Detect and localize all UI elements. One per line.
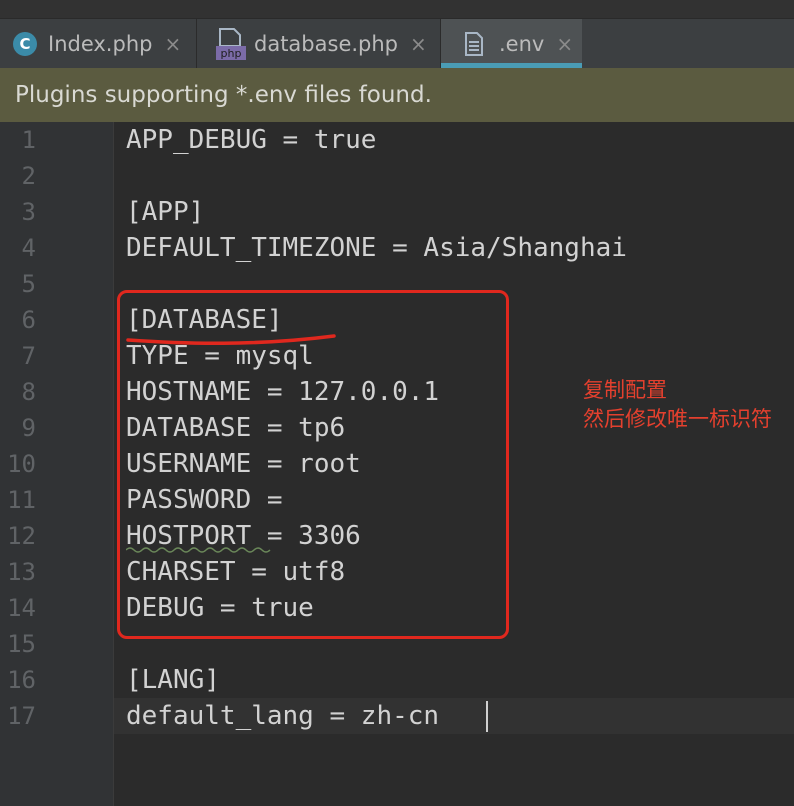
line-number: 13 — [7, 558, 36, 586]
close-icon[interactable]: × — [410, 32, 427, 56]
text-file-icon — [465, 31, 483, 56]
tab-label: .env — [499, 31, 545, 56]
code-line[interactable]: [LANG] — [126, 662, 220, 698]
annotation-underline — [126, 334, 336, 346]
line-number: 17 — [7, 702, 36, 730]
line-number: 8 — [21, 378, 36, 406]
line-number: 5 — [21, 270, 36, 298]
line-number: 9 — [21, 414, 36, 442]
plugin-suggestion-banner[interactable]: Plugins supporting *.env files found. — [0, 68, 794, 122]
close-icon[interactable]: × — [556, 32, 573, 56]
line-number: 3 — [21, 198, 36, 226]
line-number: 15 — [7, 630, 36, 658]
line-number: 11 — [7, 486, 36, 514]
line-number: 10 — [7, 450, 36, 478]
close-icon[interactable]: × — [164, 32, 181, 56]
php-file-icon: php — [216, 27, 246, 60]
code-line[interactable]: [APP] — [126, 194, 204, 230]
line-number: 1 — [21, 126, 36, 154]
tab-label: Index.php — [48, 31, 153, 56]
line-number: 4 — [21, 234, 36, 262]
line-number: 2 — [21, 162, 36, 190]
line-number: 16 — [7, 666, 36, 694]
tab-label: database.php — [254, 31, 399, 56]
annotation-note-line2: 然后修改唯一标识符 — [583, 407, 772, 431]
c-class-icon: C — [13, 31, 37, 56]
line-number: 14 — [7, 594, 36, 622]
annotation-note-line1: 复制配置 — [583, 378, 667, 402]
code-line[interactable]: default_lang = zh-cn — [126, 698, 439, 734]
tab-env[interactable]: .env × — [441, 19, 582, 68]
text-caret — [486, 701, 488, 732]
tab-index-php[interactable]: C Index.php × — [0, 19, 196, 68]
line-number: 7 — [21, 342, 36, 370]
php-icon-text: php — [221, 47, 242, 60]
line-number: 12 — [7, 522, 36, 550]
code-line[interactable]: DEFAULT_TIMEZONE = Asia/Shanghai — [126, 230, 627, 266]
editor-tab-bar: C Index.php × php database.php × .env × — [0, 0, 794, 68]
line-number: 6 — [21, 306, 36, 334]
tab-bar-top-strip — [0, 0, 794, 19]
code-line[interactable]: APP_DEBUG = true — [126, 122, 376, 158]
tab-database-php[interactable]: php database.php × — [197, 19, 440, 68]
